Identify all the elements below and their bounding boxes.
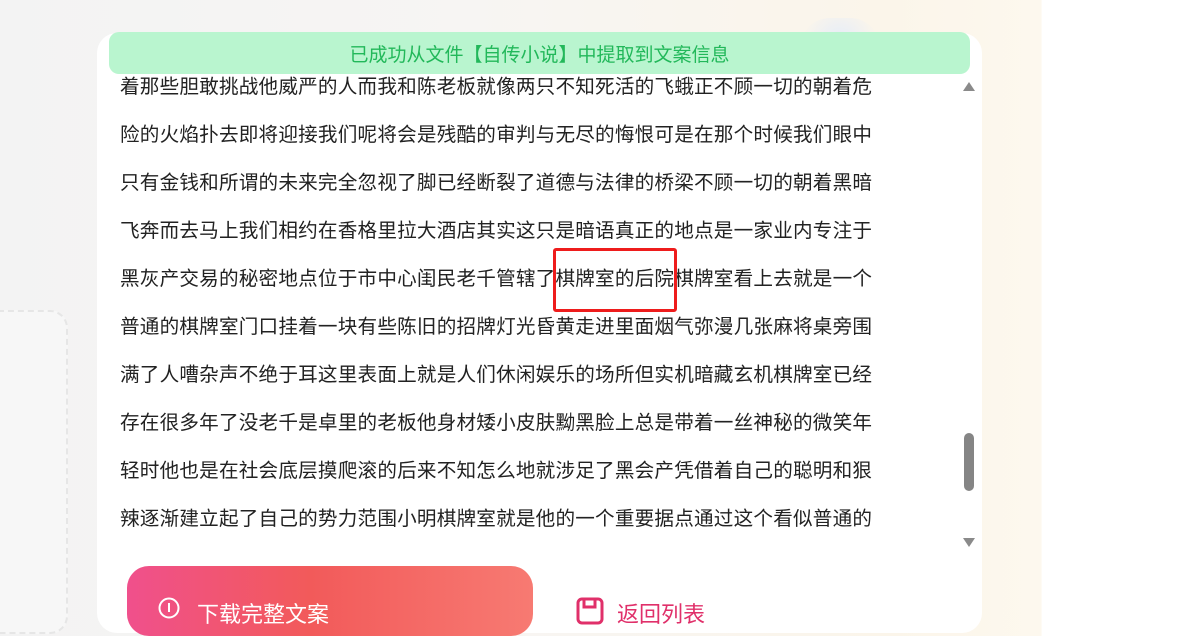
text-line: 只有金钱和所谓的未来完全忽视了脚已经断裂了道德与法律的桥梁不顾一切的朝着黑暗 <box>120 171 873 194</box>
toast-message: 已成功从文件【自传小说】中提取到文案信息 <box>349 43 730 66</box>
text-line: 满了人嘈杂声不绝于耳这里表面上就是人们休闲娱乐的场所但实机暗藏玄机棋牌室已经 <box>120 363 873 386</box>
left-side-panel <box>0 310 68 634</box>
scroll-down-arrow-icon[interactable] <box>963 538 975 547</box>
text-line: 辣逐渐建立起了自己的势力范围小明棋牌室就是他的一个重要据点通过这个看似普通的 <box>120 507 873 530</box>
vertical-scrollbar[interactable] <box>958 76 980 556</box>
text-line: 黑灰产交易的秘密地点位于市中心闺民老千管辖了棋牌室的后院棋牌室看上去就是一个 <box>120 267 873 290</box>
text-line: 飞奔而去马上我们相约在香格里拉大酒店其实这只是暗语真正的地点是一家业内专注于 <box>120 219 873 242</box>
save-icon <box>576 597 604 625</box>
success-toast: 已成功从文件【自传小说】中提取到文案信息 <box>109 32 970 74</box>
text-line: 着那些胆敢挑战他威严的人而我和陈老板就像两只不知死活的飞蛾正不顾一切的朝着危 <box>120 75 873 98</box>
text-line: 轻时他也是在社会底层摸爬滚的后来不知怎么地就涉足了黑会产凭借着自己的聪明和狠 <box>120 459 873 482</box>
download-full-copy-button[interactable]: 下载完整文案 <box>127 566 533 636</box>
extracted-text-area[interactable]: 着那些胆敢挑战他威严的人而我和陈老板就像两只不知死活的飞蛾正不顾一切的朝着危 险… <box>120 62 920 560</box>
back-button-label: 返回列表 <box>617 603 706 628</box>
scroll-up-arrow-icon[interactable] <box>963 82 975 91</box>
download-icon <box>158 597 180 619</box>
text-line: 存在很多年了没老千是卓里的老板他身材矮小皮肤黝黑脸上总是带着一丝神秘的微笑年 <box>120 411 873 434</box>
download-button-label: 下载完整文案 <box>197 603 330 628</box>
text-line: 险的火焰扑去即将迎接我们呢将会是残酷的审判与无尽的悔恨可是在那个时候我们眼中 <box>120 123 873 146</box>
scrollbar-thumb[interactable] <box>964 433 974 491</box>
text-line: 普通的棋牌室门口挂着一块有些陈旧的招牌灯光昏黄走进里面烟气弥漫几张麻将桌旁围 <box>120 315 873 338</box>
highlight-annotation-box <box>553 248 677 312</box>
